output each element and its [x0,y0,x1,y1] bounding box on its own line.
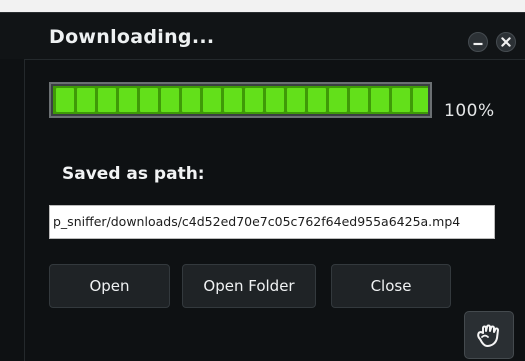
close-icon [501,37,511,47]
progress-segment [119,88,137,112]
download-progress-bar [49,82,432,118]
saved-path-field[interactable]: p_sniffer/downloads/c4d52ed70e7c05c762f6… [49,205,495,239]
download-dialog: Downloading... 100% Saved as path: p_sni… [0,12,525,361]
progress-percent-label: 100% [444,101,495,121]
progress-segment [371,88,389,112]
progress-segment [245,88,263,112]
progress-segment [77,88,95,112]
close-button[interactable]: Close [331,264,451,308]
hand-icon [477,324,499,347]
progress-segment [329,88,347,112]
minimize-button[interactable] [468,32,488,52]
progress-segment [161,88,179,112]
window-title: Downloading... [49,26,215,48]
progress-segment [140,88,158,112]
progress-segment [182,88,200,112]
progress-segment [308,88,326,112]
progress-segment [287,88,305,112]
corner-action-button[interactable] [464,311,514,359]
progress-segment [266,88,284,112]
open-folder-button[interactable]: Open Folder [182,264,316,308]
open-button[interactable]: Open [49,264,170,308]
progress-segment [56,88,74,112]
progress-segment [98,88,116,112]
progress-segment [203,88,221,112]
title-bar[interactable]: Downloading... [0,13,525,59]
progress-segment [413,88,428,112]
progress-segment [224,88,242,112]
minimize-icon [473,42,483,46]
saved-path-label: Saved as path: [62,164,205,184]
progress-segment [350,88,368,112]
progress-fill [53,86,428,114]
progress-segment [392,88,410,112]
close-window-button[interactable] [496,32,516,52]
